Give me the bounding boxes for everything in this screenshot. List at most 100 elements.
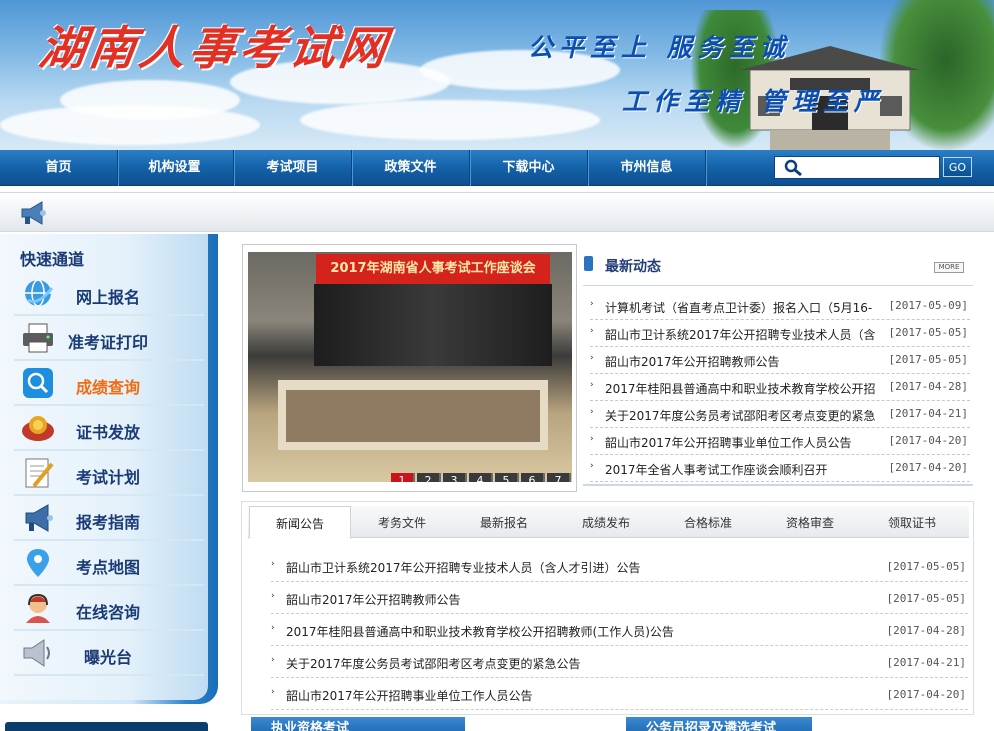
news-item-title[interactable]: 2017年全省人事考试工作座谈会顺利召开: [605, 461, 877, 478]
news-head-marker-icon: [584, 256, 593, 271]
list-item-title[interactable]: 韶山市2017年公开招聘事业单位工作人员公告: [286, 687, 533, 704]
globe-icon: [25, 279, 54, 307]
sidebar-item-test-site-map[interactable]: 考点地图: [14, 542, 204, 586]
news-item[interactable]: › 关于2017年度公务员考试邵阳考区考点变更的紧急 [2017-04-21]: [590, 401, 970, 428]
sidebar-item-admission-print[interactable]: 准考证打印: [14, 317, 204, 361]
notepad-icon: [25, 458, 54, 488]
list-item[interactable]: › 韶山市卫计系统2017年公开招聘专业技术人员（含人才引进）公告 [2017-…: [271, 550, 968, 582]
sidebar-title: 快速通道: [20, 250, 85, 269]
list-item[interactable]: › 关于2017年度公务员考试邵阳考区考点变更的紧急公告 [2017-04-21…: [271, 646, 968, 678]
list-item-title[interactable]: 韶山市卫计系统2017年公开招聘专业技术人员（含人才引进）公告: [286, 559, 641, 576]
notice-bar: [0, 192, 994, 232]
nav-policy-docs[interactable]: 政策文件: [352, 150, 471, 186]
bullet-icon: ›: [271, 655, 275, 665]
news-item-title[interactable]: 2017年桂阳县普通高中和职业技术教育学校公开招: [605, 380, 877, 397]
photo-banner-text: 2017年湖南省人事考试工作座谈会: [316, 254, 550, 284]
tab-passing-standard[interactable]: 合格标准: [657, 506, 759, 538]
list-item-title[interactable]: 韶山市2017年公开招聘教师公告: [286, 591, 461, 608]
sidebar-item-exam-guide[interactable]: 报考指南: [14, 497, 204, 541]
megaphone-icon: [25, 504, 53, 532]
cloud: [0, 105, 260, 145]
slogan-line-1: 公平至上 服务至诚: [528, 33, 791, 62]
divider: [583, 484, 973, 486]
list-item-title[interactable]: 2017年桂阳县普通高中和职业技术教育学校公开招聘教师(工作人员)公告: [286, 623, 674, 640]
list-item[interactable]: › 韶山市2017年公开招聘事业单位工作人员公告 [2017-04-20]: [271, 678, 968, 710]
news-item-date: [2017-05-09]: [888, 299, 968, 312]
slogan-line-2: 工作至精 管理至严: [622, 87, 885, 116]
tab-qualification-review[interactable]: 资格审查: [759, 506, 861, 538]
sidebar-item-online-registration[interactable]: 网上报名: [14, 272, 204, 316]
page: 湖南人事考试网 公平至上 服务至诚 工作至精 管理至严 首页 机构设置 考试项目…: [0, 0, 994, 731]
meeting-photo[interactable]: 2017年湖南省人事考试工作座谈会 1 2 3 4 5 6 7: [248, 252, 572, 482]
sidebar-item-label: 曝光台: [84, 648, 133, 667]
slide-button-6[interactable]: 6: [521, 473, 545, 482]
sidebar-item-exposure-board[interactable]: 曝光台: [14, 632, 204, 676]
list-item-date: [2017-05-05]: [886, 592, 966, 605]
megaphone-icon: [21, 201, 46, 225]
tab-news-announcements[interactable]: 新闻公告: [249, 506, 351, 539]
tab-latest-registration[interactable]: 最新报名: [453, 506, 555, 538]
news-item[interactable]: › 韶山市2017年公开招聘事业单位工作人员公告 [2017-04-20]: [590, 428, 970, 455]
news-item-date: [2017-05-05]: [888, 353, 968, 366]
news-item[interactable]: › 韶山市卫计系统2017年公开招聘专业技术人员（含 [2017-05-05]: [590, 320, 970, 347]
sidebar-item-label: 考试计划: [76, 468, 141, 487]
announcement-tabs-panel: 新闻公告 考务文件 最新报名 成绩发布 合格标准 资格审查 领取证书 › 韶山市…: [241, 501, 974, 715]
list-item[interactable]: › 韶山市2017年公开招聘教师公告 [2017-05-05]: [271, 582, 968, 614]
speaker-icon: [23, 639, 50, 667]
list-item-date: [2017-04-20]: [886, 688, 966, 701]
tab-bar: 新闻公告 考务文件 最新报名 成绩发布 合格标准 资格审查 领取证书: [248, 506, 969, 539]
nav-city-info[interactable]: 市州信息: [588, 150, 707, 186]
nav-exam-projects[interactable]: 考试项目: [234, 150, 353, 186]
news-item-title[interactable]: 关于2017年度公务员考试邵阳考区考点变更的紧急: [605, 407, 877, 424]
slide-button-3[interactable]: 3: [443, 473, 467, 482]
section-heading-professional-qualification[interactable]: 执业资格考试: [251, 717, 465, 731]
nav-home[interactable]: 首页: [0, 150, 119, 186]
news-item[interactable]: › 韶山市2017年公开招聘教师公告 [2017-05-05]: [590, 347, 970, 374]
news-section-title: 最新动态: [605, 259, 661, 275]
news-item-title[interactable]: 计算机考试（省直考点卫计委）报名入口（5月16-: [605, 299, 877, 316]
sidebar-item-certificate-issue[interactable]: 证书发放: [14, 407, 204, 451]
quick-access-sidebar: 快速通道 网上报名 准考证打印 成绩查询 证书发放 考试计划 报考指南 考点地图…: [0, 234, 218, 704]
news-more-button[interactable]: MORE: [934, 262, 964, 273]
slide-button-5[interactable]: 5: [495, 473, 519, 482]
tab-exam-affairs-docs[interactable]: 考务文件: [351, 506, 453, 538]
search-icon: [784, 159, 802, 177]
list-item[interactable]: › 2017年桂阳县普通高中和职业技术教育学校公开招聘教师(工作人员)公告 [2…: [271, 614, 968, 646]
printer-icon: [23, 323, 53, 353]
headset-icon: [26, 593, 50, 623]
news-item-title[interactable]: 韶山市2017年公开招聘事业单位工作人员公告: [605, 434, 877, 451]
list-item-date: [2017-04-28]: [886, 624, 966, 637]
news-item-date: [2017-04-20]: [888, 461, 968, 474]
sidebar-item-label: 在线咨询: [76, 603, 141, 622]
sidebar-item-label: 准考证打印: [68, 333, 149, 352]
sidebar-item-score-query[interactable]: 成绩查询: [14, 362, 204, 406]
news-item[interactable]: › 计算机考试（省直考点卫计委）报名入口（5月16- [2017-05-09]: [590, 293, 970, 320]
search-go-button[interactable]: GO: [943, 157, 972, 177]
cloud: [300, 100, 600, 140]
sidebar-item-online-consult[interactable]: 在线咨询: [14, 587, 204, 631]
tab-certificate-collection[interactable]: 领取证书: [861, 506, 963, 538]
sidebar-item-exam-plan[interactable]: 考试计划: [14, 452, 204, 496]
header-banner: 湖南人事考试网 公平至上 服务至诚 工作至精 管理至严: [0, 0, 994, 150]
tab-score-release[interactable]: 成绩发布: [555, 506, 657, 538]
news-item-title[interactable]: 韶山市卫计系统2017年公开招聘专业技术人员（含: [605, 326, 877, 343]
bullet-icon: ›: [271, 687, 275, 697]
list-item-title[interactable]: 关于2017年度公务员考试邵阳考区考点变更的紧急公告: [286, 655, 581, 672]
search-input[interactable]: [809, 159, 935, 176]
news-item-title[interactable]: 韶山市2017年公开招聘教师公告: [605, 353, 877, 370]
main-nav: 首页 机构设置 考试项目 政策文件 下载中心 市州信息 GO: [0, 150, 994, 186]
photo-backdrop: [314, 284, 552, 366]
slide-button-1[interactable]: 1: [391, 473, 415, 482]
slide-button-4[interactable]: 4: [469, 473, 493, 482]
slide-button-2[interactable]: 2: [417, 473, 441, 482]
bullet-icon: ›: [271, 559, 275, 569]
map-pin-icon: [27, 549, 49, 577]
news-item[interactable]: › 2017年桂阳县普通高中和职业技术教育学校公开招 [2017-04-28]: [590, 374, 970, 401]
section-heading-civil-service-exam[interactable]: 公务员招录及遴选考试: [626, 717, 812, 731]
slide-button-7[interactable]: 7: [547, 473, 571, 482]
bullet-icon: ›: [271, 591, 275, 601]
news-item[interactable]: › 2017年全省人事考试工作座谈会顺利召开 [2017-04-20]: [590, 455, 970, 482]
nav-downloads[interactable]: 下载中心: [470, 150, 589, 186]
nav-organization[interactable]: 机构设置: [116, 150, 235, 186]
site-title: 湖南人事考试网: [35, 21, 394, 75]
